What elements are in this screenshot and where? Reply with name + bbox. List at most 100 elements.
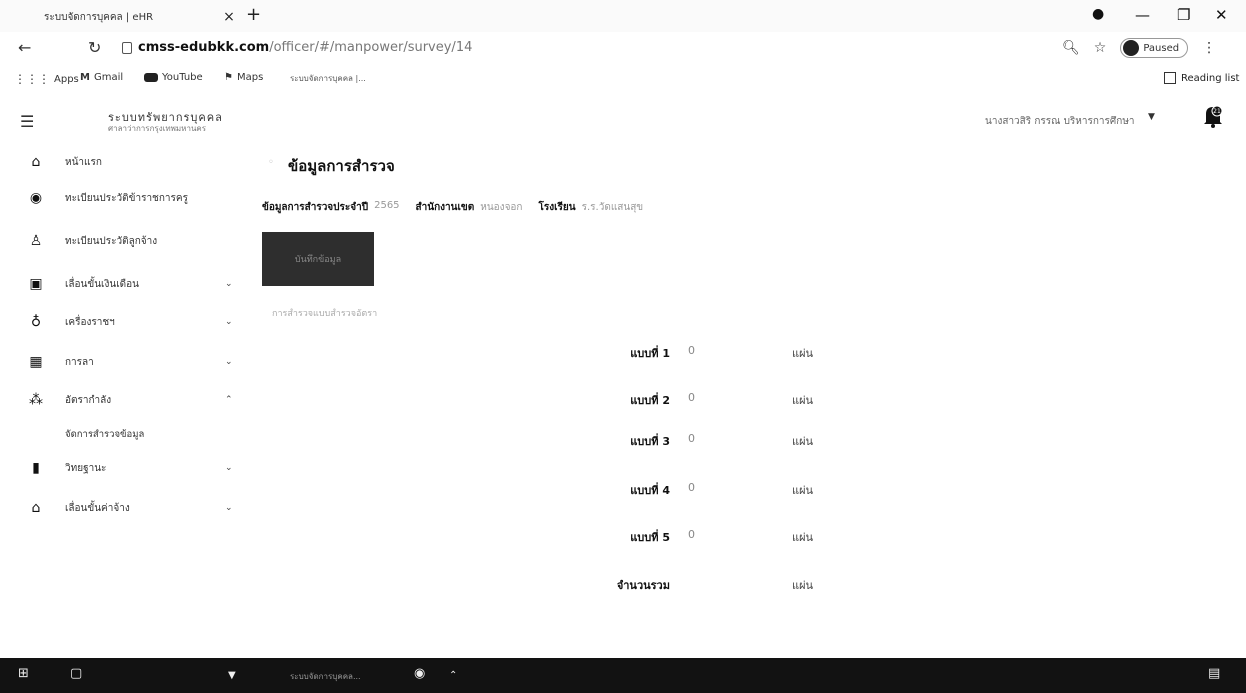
close-window-button[interactable]: ✕ [1215, 6, 1228, 24]
title-marker-icon: ◦ [268, 157, 274, 168]
notification-center-icon[interactable]: ▤ [1208, 666, 1220, 681]
survey-row: แบบที่ 4 0 แผ่น [560, 481, 860, 501]
row-value: 0 [688, 528, 695, 541]
row-unit: แผ่น [792, 579, 814, 592]
sidebar-item-decorations[interactable]: ♁ เครื่องราชฯ ⌄ [0, 304, 250, 340]
maps-icon: ⚑ [224, 72, 233, 83]
sidebar-item-home[interactable]: ⌂ หน้าแรก [0, 144, 250, 180]
brand-subtitle: ศาลาว่าการกรุงเทพมหานคร [108, 124, 207, 133]
sidebar-item-leave[interactable]: ▦ การลา ⌄ [0, 344, 250, 380]
filter-year-label: ข้อมูลการสำรวจประจำปี [262, 202, 369, 213]
browser-tab-strip: ระบบจัดการบุคคล | eHR × + ● — ❐ ✕ [0, 0, 1246, 32]
row-value: 0 [688, 391, 695, 404]
bookmark-apps[interactable]: ⋮⋮⋮ Apps [14, 72, 79, 86]
sidebar-subitem-survey[interactable]: จัดการสำรวจข้อมูล [0, 416, 250, 452]
sidebar-item-wage[interactable]: ⌂ เลื่อนขั้นค่าจ้าง ⌄ [0, 490, 250, 526]
calendar-icon: ▦ [29, 354, 43, 370]
book-icon: ▮ [32, 460, 40, 476]
zoom-icon[interactable]: 🔍︎ [1062, 40, 1080, 56]
taskbar-window-label[interactable]: ระบบจัดการบุคคล... [290, 670, 361, 683]
profile-button[interactable]: Paused [1120, 38, 1189, 58]
home-alt-icon: ⌂ [31, 500, 41, 516]
user-name[interactable]: นางสาวสิริ กรรณ บริหารการศึกษา [985, 114, 1135, 129]
survey-row: แบบที่ 1 0 แผ่น [560, 344, 860, 364]
task-view-icon[interactable]: ▢ [70, 666, 82, 681]
tab-close-icon[interactable]: × [219, 9, 239, 25]
address-bar: ← ↻ cmss-edubkk.com/officer/#/manpower/s… [0, 32, 1246, 64]
bookmark-maps[interactable]: ⚑ Maps [224, 72, 263, 83]
bookmark-site[interactable]: ระบบจัดการบุคคล |... [290, 72, 366, 85]
maximize-button[interactable]: ❐ [1177, 6, 1190, 24]
sidebar-item-label: การลา [65, 356, 94, 368]
sidebar-item-academic-standing[interactable]: ▮ วิทยฐานะ ⌄ [0, 450, 250, 486]
chevron-down-icon: ⌄ [225, 503, 233, 513]
browser-tab[interactable]: ระบบจัดการบุคคล | eHR × [44, 4, 239, 30]
row-value: 0 [688, 481, 695, 494]
reading-list-label: Reading list [1181, 72, 1240, 84]
medal-icon: ♁ [30, 314, 42, 330]
row-unit: แผ่น [792, 394, 814, 407]
url-field[interactable]: cmss-edubkk.com/officer/#/manpower/surve… [138, 40, 472, 55]
bookmarks-bar: ⋮⋮⋮ Apps M Gmail YouTube ⚑ Maps ระบบจัดก… [0, 64, 1246, 94]
row-label: แบบที่ 5 [630, 531, 670, 544]
back-arrow-icon[interactable]: ← [18, 38, 31, 57]
avatar [1123, 40, 1140, 56]
minimize-button[interactable]: — [1135, 6, 1150, 24]
bell-icon[interactable]: 21 [1202, 104, 1224, 128]
row-value: 0 [688, 432, 695, 445]
row-label: แบบที่ 3 [630, 435, 670, 448]
home-icon: ⌂ [31, 154, 41, 170]
os-taskbar: ⊞ ▢ ▼ ระบบจัดการบุคคล... ◉ ⌃ ▤ [0, 658, 1246, 693]
chevron-down-icon[interactable]: ▼ [1148, 112, 1155, 122]
profile-label: Paused [1143, 42, 1180, 54]
survey-row: แบบที่ 5 0 แผ่น [560, 528, 860, 548]
caret-down-icon[interactable]: ▼ [228, 670, 236, 681]
reading-list-button[interactable]: Reading list [1164, 72, 1239, 84]
account-circle-icon: ◉ [29, 190, 43, 206]
chevron-up-icon[interactable]: ⌃ [449, 670, 457, 681]
windows-start-icon[interactable]: ⊞ [18, 666, 29, 681]
bookmark-youtube[interactable]: YouTube [144, 72, 203, 83]
bookmark-label: Gmail [93, 72, 124, 83]
save-survey-button[interactable]: บันทึกข้อมูล [262, 232, 374, 286]
sidebar-item-manpower[interactable]: ⁂ อัตรากำลัง ⌃ [0, 382, 250, 418]
row-label: แบบที่ 1 [630, 347, 670, 360]
star-icon[interactable]: ☆ [1094, 40, 1107, 56]
lock-icon[interactable] [122, 42, 132, 54]
row-label: แบบที่ 2 [630, 394, 670, 407]
url-domain: cmss-edubkk.com [138, 40, 270, 55]
profile-dot-icon[interactable]: ● [1092, 6, 1104, 22]
survey-note: การสำรวจแบบสำรวจอัตรา [272, 309, 378, 319]
kebab-menu-icon[interactable]: ⋮ [1202, 40, 1216, 56]
sidebar-item-label: ทะเบียนประวัติข้าราชการครู [65, 192, 188, 204]
row-unit: แผ่น [792, 531, 814, 544]
sidebar-item-label: วิทยฐานะ [65, 462, 107, 474]
sidebar-item-teacher-records[interactable]: ◉ ทะเบียนประวัติข้าราชการครู [0, 180, 250, 216]
bookmark-label: Maps [236, 72, 264, 83]
filter-year-value: 2565 [374, 200, 400, 211]
row-unit: แผ่น [792, 435, 814, 448]
chrome-icon[interactable]: ◉ [414, 666, 425, 681]
bookmark-label: Apps [54, 73, 79, 85]
sidebar-item-label: เลื่อนขั้นค่าจ้าง [65, 502, 130, 514]
chevron-down-icon: ⌄ [225, 357, 233, 367]
new-tab-button[interactable]: + [246, 4, 261, 25]
sidebar-item-salary[interactable]: ▣ เลื่อนขั้นเงินเดือน ⌄ [0, 266, 250, 302]
chevron-down-icon: ⌄ [225, 317, 233, 327]
sidebar-item-label: หน้าแรก [65, 156, 102, 168]
filter-district-label: สำนักงานเขต [415, 202, 475, 213]
reading-list-icon [1164, 72, 1176, 84]
page-title: ข้อมูลการสำรวจ [288, 157, 395, 175]
address-bar-actions: 🔍︎ ☆ Paused ⋮ [1062, 38, 1216, 58]
row-value: 0 [688, 344, 695, 357]
survey-row: แบบที่ 3 0 แผ่น [560, 432, 860, 452]
bookmark-gmail[interactable]: M Gmail [80, 72, 123, 83]
person-icon: ♙ [29, 233, 43, 249]
group-icon: ⁂ [29, 392, 43, 408]
menu-icon[interactable]: ☰ [20, 112, 34, 131]
reload-icon[interactable]: ↻ [88, 38, 101, 57]
row-unit: แผ่น [792, 347, 814, 360]
sidebar-item-employee-records[interactable]: ♙ ทะเบียนประวัติลูกจ้าง [0, 223, 250, 259]
chevron-down-icon: ⌄ [225, 463, 233, 473]
tab-title: ระบบจัดการบุคคล | eHR [44, 11, 154, 23]
